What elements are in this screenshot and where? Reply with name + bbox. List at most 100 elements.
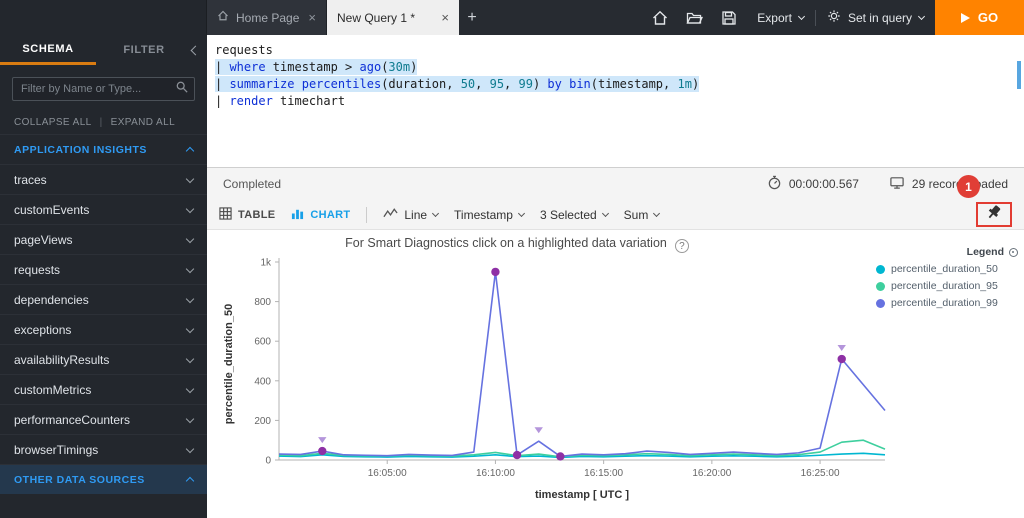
y-tick-label: 1k	[260, 258, 272, 269]
go-label: GO	[978, 10, 998, 25]
go-button[interactable]: GO	[935, 0, 1024, 35]
tab-schema[interactable]: SCHEMA	[0, 35, 96, 65]
query-token: ,	[504, 77, 518, 91]
chart-view-toggle[interactable]: CHART	[291, 207, 350, 223]
topbar-actions: Export Set in query GO	[643, 0, 1024, 35]
x-axis-title: timestamp [ UTC ]	[535, 489, 629, 501]
y-axis-dropdown[interactable]: 3 Selected	[540, 208, 608, 222]
legend-label: percentile_duration_95	[891, 280, 998, 292]
new-tab-button[interactable]: +	[459, 0, 485, 35]
sidebar-item-performancecounters[interactable]: performanceCounters	[0, 404, 207, 434]
chart-label: CHART	[310, 209, 350, 221]
duration-group: 00:00:00.567	[767, 175, 859, 193]
query-token: (timestamp,	[591, 77, 678, 91]
sidebar-item-dependencies[interactable]: dependencies	[0, 284, 207, 314]
sidebar-item-label: browserTimings	[14, 443, 98, 457]
chevron-down-icon	[186, 384, 194, 392]
y-tick-label: 200	[254, 416, 271, 427]
close-tab-icon[interactable]: ×	[308, 11, 316, 24]
query-token: render	[229, 94, 272, 108]
chevron-down-icon	[186, 264, 194, 272]
chart-type-dropdown[interactable]: Line	[383, 207, 438, 222]
chevron-down-icon	[918, 13, 925, 20]
query-token: )	[410, 60, 417, 74]
query-line[interactable]: | render timechart	[215, 93, 1024, 110]
home-button[interactable]	[643, 10, 677, 26]
sidebar-item-application-insights[interactable]: APPLICATION INSIGHTS	[0, 134, 207, 164]
search-input[interactable]	[19, 82, 176, 96]
close-tab-icon[interactable]: ×	[441, 11, 449, 24]
editor-scrollbar[interactable]	[1017, 61, 1021, 89]
sidebar-item-label: OTHER DATA SOURCES	[14, 474, 145, 486]
topbar: Home Page × New Query 1 * × + Export	[0, 0, 1024, 35]
query-token: 50	[461, 77, 475, 91]
pin-to-dashboard-button[interactable]	[983, 202, 1005, 227]
query-token: percentiles	[302, 77, 381, 91]
export-dropdown[interactable]: Export	[746, 11, 815, 25]
export-label: Export	[757, 11, 792, 25]
chart-type-label: Line	[404, 208, 427, 222]
pin-icon	[985, 204, 1003, 225]
x-tick-label: 16:15:00	[584, 468, 623, 479]
sidebar-item-customevents[interactable]: customEvents	[0, 194, 207, 224]
sidebar-item-traces[interactable]: traces	[0, 164, 207, 194]
sidebar-item-requests[interactable]: requests	[0, 254, 207, 284]
query-token: requests	[215, 43, 273, 57]
query-line[interactable]: | where timestamp > ago(30m)	[215, 59, 1024, 76]
query-token: timestamp >	[266, 60, 360, 74]
open-folder-button[interactable]	[677, 10, 712, 26]
query-token: |	[215, 60, 229, 74]
sidebar-item-label: traces	[14, 173, 47, 187]
sidebar-item-custommetrics[interactable]: customMetrics	[0, 374, 207, 404]
tab-new-query[interactable]: New Query 1 * ×	[327, 0, 459, 35]
schema-search	[12, 77, 195, 101]
chevron-left-icon	[191, 45, 201, 55]
anomaly-dot	[838, 355, 846, 363]
collapse-all-button[interactable]: COLLAPSE ALL	[14, 117, 92, 128]
sidebar-item-browsertimings[interactable]: browserTimings	[0, 434, 207, 464]
query-token	[294, 77, 301, 91]
timechart[interactable]: 02004006008001k16:05:0016:10:0016:15:001…	[231, 252, 903, 504]
sidebar-item-other-data-sources[interactable]: OTHER DATA SOURCES	[0, 464, 207, 494]
table-view-toggle[interactable]: TABLE	[219, 207, 275, 223]
save-button[interactable]	[712, 10, 746, 26]
chevron-down-icon	[186, 324, 194, 332]
annotation-highlight-box	[976, 202, 1012, 227]
tab-home-page[interactable]: Home Page ×	[207, 0, 327, 35]
schema-list: APPLICATION INSIGHTS traces customEventspa…	[0, 134, 207, 494]
legend-label: percentile_duration_99	[891, 297, 998, 309]
sidebar-item-pageviews[interactable]: pageViews	[0, 224, 207, 254]
query-token: summarize	[229, 77, 294, 91]
status-bar: Completed 00:00:00.567 29 records loaded	[207, 168, 1024, 200]
expand-all-button[interactable]: EXPAND ALL	[111, 117, 175, 128]
series-percentile_duration_99	[279, 272, 885, 457]
chevron-down-icon	[186, 294, 194, 302]
sidebar-item-exceptions[interactable]: exceptions	[0, 314, 207, 344]
sidebar-item-availabilityresults[interactable]: availabilityResults	[0, 344, 207, 374]
query-line[interactable]: requests	[215, 42, 1024, 59]
x-tick-label: 16:20:00	[692, 468, 731, 479]
chevron-down-icon	[432, 210, 439, 217]
query-line[interactable]: | summarize percentiles(duration, 50, 95…	[215, 76, 1024, 93]
query-token: |	[215, 94, 229, 108]
query-duration: 00:00:00.567	[789, 177, 859, 191]
chevron-down-icon	[518, 210, 525, 217]
sidebar: SCHEMA FILTER COLLAPSE ALL | EXPAND ALL …	[0, 35, 207, 518]
aggregation-dropdown[interactable]: Sum	[624, 208, 660, 222]
chevron-down-icon	[186, 204, 194, 212]
tab-filter[interactable]: FILTER	[96, 35, 192, 65]
info-icon[interactable]: ?	[675, 239, 689, 253]
x-axis-dropdown[interactable]: Timestamp	[454, 208, 524, 222]
query-token: 1m	[677, 77, 691, 91]
query-token: 30m	[388, 60, 410, 74]
query-token: (duration,	[381, 77, 460, 91]
chevron-down-icon	[186, 174, 194, 182]
chart-panel: For Smart Diagnostics click on a highlig…	[207, 230, 1024, 518]
query-editor[interactable]: requests| where timestamp > ago(30m)| su…	[207, 35, 1024, 168]
y-tick-label: 0	[265, 456, 271, 467]
query-token: by	[547, 77, 561, 91]
query-token: 95	[490, 77, 504, 91]
anomaly-dot	[513, 451, 521, 459]
legend-settings-icon[interactable]	[1009, 248, 1018, 257]
set-in-query-dropdown[interactable]: Set in query	[816, 9, 935, 26]
